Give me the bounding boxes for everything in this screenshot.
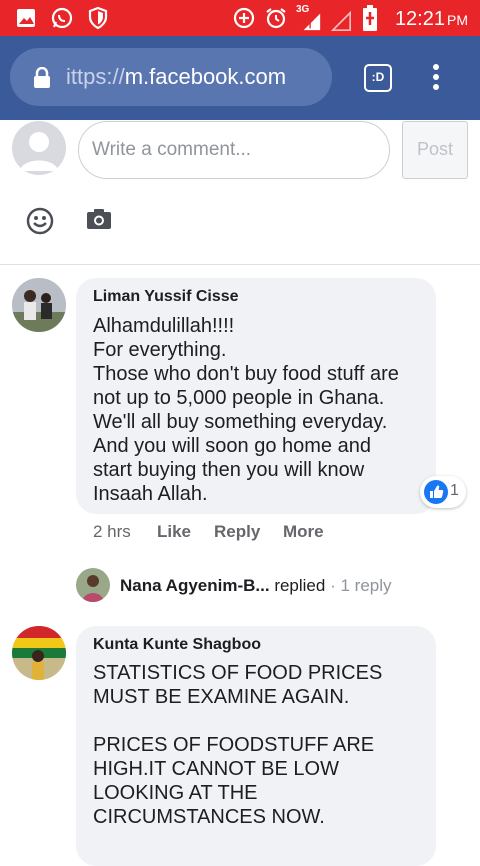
image-icon (17, 9, 35, 27)
comment-text: STATISTICS OF FOOD PRICES MUST BE EXAMIN… (93, 662, 383, 828)
reply-count: 1 reply (340, 576, 392, 595)
url-host: m.facebook.com (124, 64, 287, 89)
like-button[interactable]: Like (157, 522, 191, 542)
clock-time: 12:21 (394, 8, 445, 30)
comment-author[interactable]: Liman Yussif Cisse (93, 288, 239, 306)
comment-author[interactable]: Kunta Kunte Shagboo (93, 636, 261, 654)
reply-author: Nana Agyenim-B... (120, 576, 270, 595)
status-bar: 3G 12:21 PM (0, 0, 480, 36)
overflow-menu-button[interactable] (426, 64, 446, 94)
current-user-avatar (12, 121, 66, 175)
post-button[interactable]: Post (402, 121, 468, 179)
alarm-icon (266, 8, 286, 29)
reply-action: replied (274, 576, 326, 595)
divider (0, 264, 480, 265)
commenter-avatar[interactable] (12, 278, 66, 332)
camera-icon[interactable] (86, 208, 112, 230)
lock-icon (34, 67, 50, 88)
address-bar[interactable]: ittps://m.facebook.com (10, 48, 332, 106)
signal-icon (303, 13, 321, 31)
reaction-count: 1 (450, 482, 459, 499)
shield-icon (88, 6, 108, 30)
reply-avatar (76, 568, 110, 602)
whatsapp-icon (51, 7, 73, 29)
browser-toolbar: ittps://m.facebook.com :D (0, 36, 480, 120)
emoji-icon[interactable] (25, 206, 55, 236)
more-button[interactable]: More (283, 522, 324, 542)
signal-outline-icon (330, 10, 351, 31)
clock-ampm: PM (447, 12, 468, 28)
commenter-avatar[interactable] (12, 626, 66, 680)
like-reaction-icon (424, 480, 448, 504)
url-scheme: ittps:// (66, 64, 125, 89)
comment-input[interactable]: Write a comment... (78, 121, 390, 179)
data-saver-icon (233, 7, 255, 29)
comment-text: Alhamdulillah!!!! For everything. Those … (93, 315, 399, 505)
url-text: ittps://m.facebook.com (66, 64, 286, 90)
clock: 12:21 PM (395, 8, 468, 31)
reply-button[interactable]: Reply (214, 522, 260, 542)
reply-summary-text: Nana Agyenim-B... replied · 1 reply (120, 576, 392, 596)
reaction-count-badge[interactable]: 1 (420, 476, 466, 508)
reply-separator: · (330, 576, 336, 595)
comment-time: 2 hrs (93, 522, 131, 541)
tab-switcher-button[interactable]: :D (364, 64, 392, 92)
battery-charging-icon (363, 5, 377, 31)
